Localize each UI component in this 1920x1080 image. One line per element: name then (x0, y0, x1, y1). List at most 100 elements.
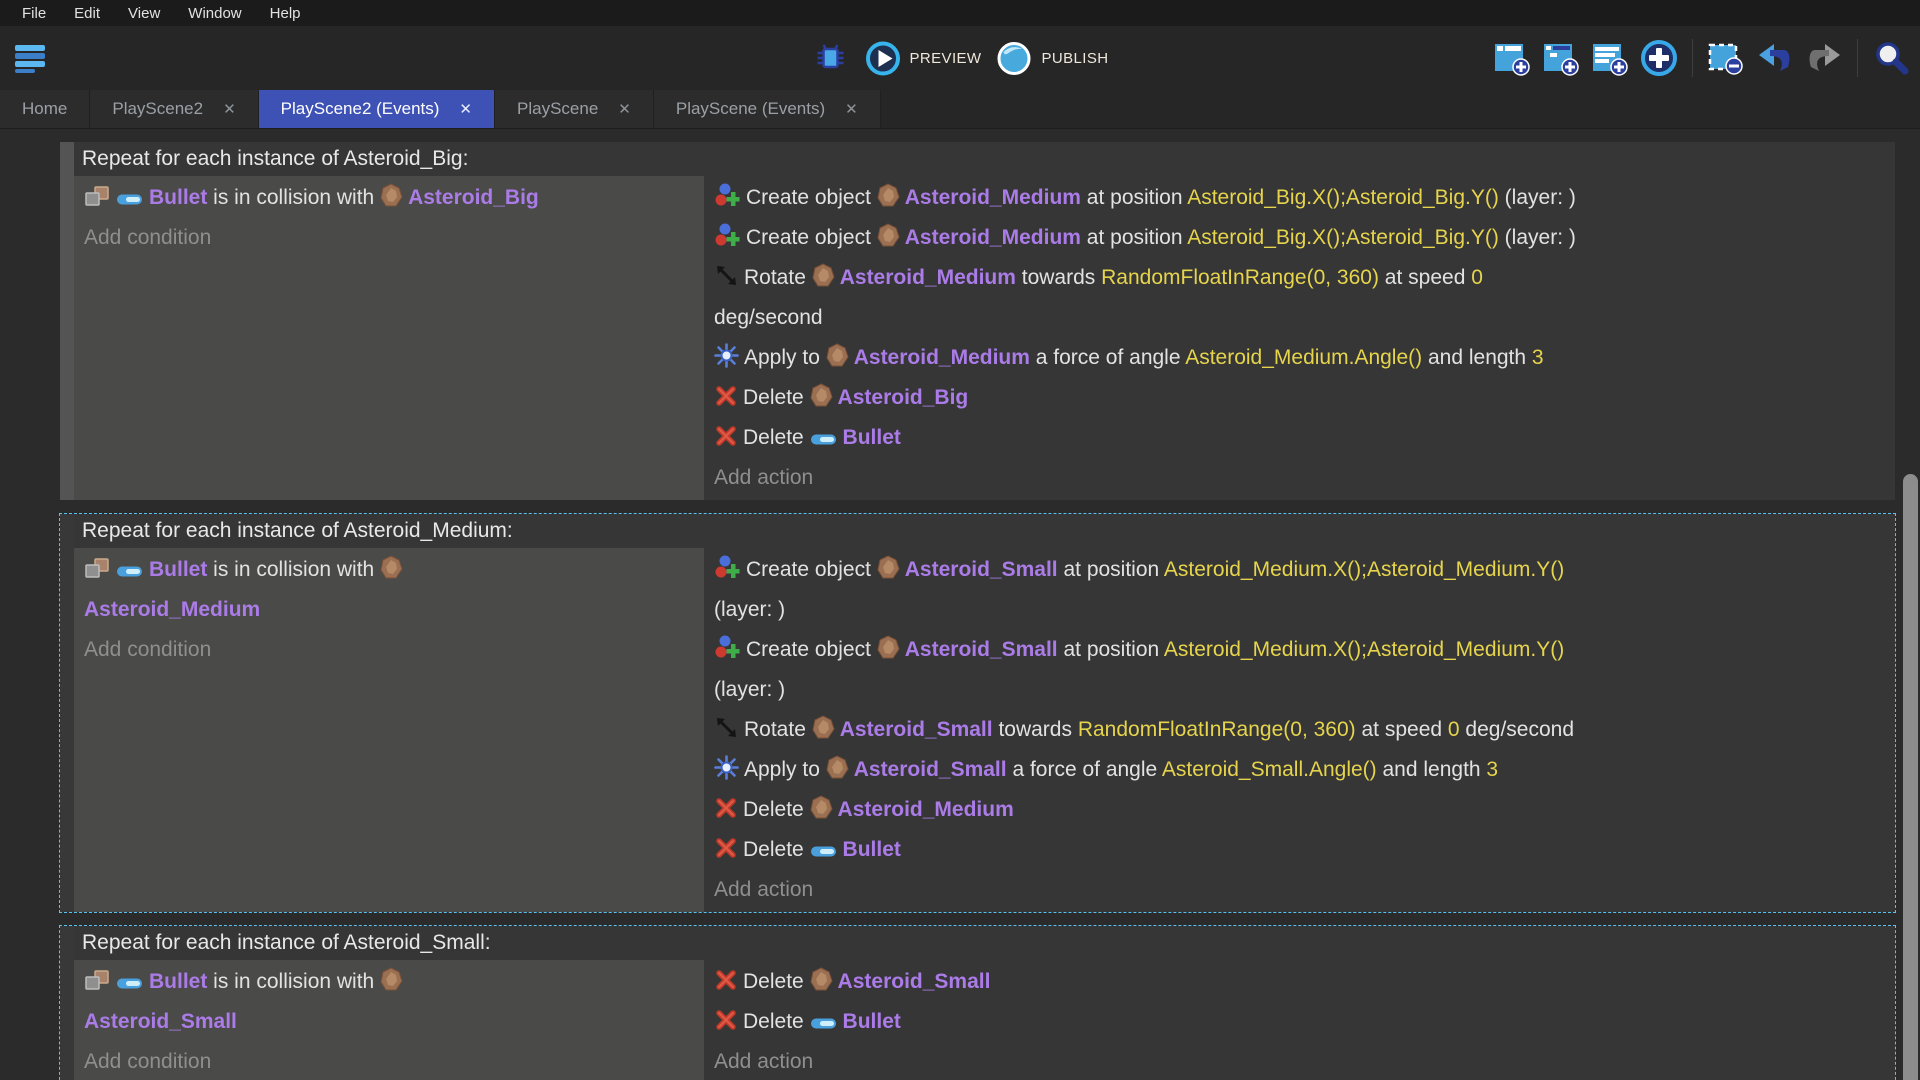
action-instruction[interactable]: Delete Asteroid_Big (704, 378, 1895, 418)
tab-close-icon[interactable]: ✕ (223, 100, 236, 118)
delete-icon (714, 384, 738, 408)
instruction-text: Delete (743, 386, 810, 409)
instruction-text: is in collision with (207, 186, 381, 209)
action-instruction[interactable]: Delete Asteroid_Small (704, 962, 1895, 1002)
action-instruction[interactable]: Rotate Asteroid_Small towards RandomFloa… (704, 710, 1895, 750)
expression: Asteroid_Medium.Angle() (1185, 346, 1423, 369)
action-instruction[interactable]: Create object Asteroid_Medium at positio… (704, 178, 1895, 218)
add-event-icon[interactable] (1493, 39, 1531, 77)
condition-instruction[interactable]: Bullet is in collision with Asteroid_Big (74, 178, 704, 218)
menu-item-file[interactable]: File (10, 3, 58, 24)
action-instruction[interactable]: Create object Asteroid_Small at position… (704, 630, 1895, 710)
publish-label: PUBLISH (1041, 49, 1109, 67)
app-logo-icon[interactable] (12, 40, 48, 76)
instruction-text: and length (1422, 346, 1532, 369)
tab-close-icon[interactable]: ✕ (618, 100, 631, 118)
event-drag-handle[interactable] (60, 926, 74, 1080)
add-action-button[interactable]: Add action (704, 1042, 1895, 1080)
add-comment-icon[interactable] (1591, 39, 1629, 77)
tab-playscene2[interactable]: PlayScene2 ✕ (90, 90, 259, 128)
instruction-text: is in collision with (207, 558, 381, 581)
delete-icon (714, 968, 738, 992)
bullet-icon (116, 975, 144, 992)
publish-button[interactable]: PUBLISH (995, 39, 1108, 77)
instruction-text: (layer: ) (1498, 186, 1576, 209)
action-instruction[interactable]: Delete Asteroid_Medium (704, 790, 1895, 830)
event-drag-handle[interactable] (60, 142, 74, 500)
menu-item-window[interactable]: Window (176, 3, 253, 24)
instruction-text: Add condition (84, 226, 212, 249)
debug-icon[interactable] (812, 39, 850, 77)
condition-instruction[interactable]: Bullet is in collision with Asteroid_Med… (74, 550, 704, 630)
repeat-for-each-header[interactable]: Repeat for each instance of Asteroid_Sma… (74, 926, 1895, 960)
search-icon[interactable] (1872, 39, 1910, 77)
preview-button[interactable]: PREVIEW (864, 39, 982, 77)
vertical-scrollbar-thumb[interactable] (1903, 474, 1918, 1080)
tab-close-icon[interactable]: ✕ (845, 100, 858, 118)
tab-home[interactable]: Home (0, 90, 91, 128)
menu-item-edit[interactable]: Edit (62, 3, 112, 24)
event-drag-handle[interactable] (60, 514, 74, 912)
instruction-text: is in collision with (207, 970, 381, 993)
object-name: Asteroid_Small (904, 638, 1058, 661)
asteroid-icon (380, 555, 403, 580)
expression: Asteroid_Big.X();Asteroid_Big.Y() (1187, 186, 1499, 209)
action-instruction[interactable]: Apply to Asteroid_Small a force of angle… (704, 750, 1895, 790)
redo-icon[interactable] (1805, 39, 1843, 77)
add-action-button[interactable]: Add action (704, 870, 1895, 910)
object-name: Bullet (149, 558, 208, 581)
expression: Asteroid_Medium.X();Asteroid_Medium.Y() (1163, 638, 1565, 661)
condition-instruction[interactable]: Bullet is in collision with Asteroid_Sma… (74, 962, 704, 1042)
bullet-icon (116, 191, 144, 208)
tab-label: PlayScene (Events) (675, 99, 826, 118)
undo-icon[interactable] (1756, 39, 1794, 77)
menu-item-help[interactable]: Help (258, 3, 313, 24)
asteroid-icon (877, 223, 900, 248)
expression: RandomFloatInRange(0, 360) (1077, 718, 1356, 741)
instruction-text: Create object (746, 558, 877, 581)
asteroid-icon (812, 715, 835, 740)
add-condition-button[interactable]: Add condition (74, 630, 704, 670)
delete-icon (714, 796, 738, 820)
expression: 0 (1447, 718, 1460, 741)
tab-close-icon[interactable]: ✕ (459, 100, 472, 118)
action-instruction[interactable]: Rotate Asteroid_Medium towards RandomFlo… (704, 258, 1895, 338)
add-circle-icon[interactable] (1640, 39, 1678, 77)
add-condition-button[interactable]: Add condition (74, 1042, 704, 1080)
asteroid-icon (877, 183, 900, 208)
action-instruction[interactable]: Delete Bullet (704, 418, 1895, 458)
add-condition-button[interactable]: Add condition (74, 218, 704, 258)
tab-playscene[interactable]: PlayScene ✕ (495, 90, 654, 128)
tab-playscene-events[interactable]: PlayScene (Events) ✕ (653, 90, 881, 128)
expression: Asteroid_Small.Angle() (1161, 758, 1377, 781)
tab-playscene2-events[interactable]: PlayScene2 (Events) ✕ (258, 90, 495, 128)
instruction-text: (layer: ) (714, 598, 786, 621)
event-block-1[interactable]: Repeat for each instance of Asteroid_Big… (59, 141, 1896, 501)
tab-bar: Home PlayScene2 ✕ PlayScene2 (Events) ✕ PlayS… (0, 90, 1920, 129)
asteroid-icon (826, 755, 849, 780)
bullet-icon (810, 843, 838, 860)
instruction-text: at position (1080, 226, 1188, 249)
event-block-2[interactable]: Repeat for each instance of Asteroid_Med… (59, 513, 1896, 913)
menu-item-view[interactable]: View (116, 3, 172, 24)
action-instruction[interactable]: Delete Bullet (704, 830, 1895, 870)
action-instruction[interactable]: Delete Bullet (704, 1002, 1895, 1042)
asteroid-icon (380, 967, 403, 992)
action-instruction[interactable]: Create object Asteroid_Medium at positio… (704, 218, 1895, 258)
add-subevent-icon[interactable] (1542, 39, 1580, 77)
add-action-button[interactable]: Add action (704, 458, 1895, 498)
object-name: Bullet (842, 426, 901, 449)
instruction-text: Delete (743, 426, 810, 449)
delete-icon (714, 1008, 738, 1032)
conditions-column: Bullet is in collision with Asteroid_Med… (74, 548, 704, 912)
instruction-text: Add action (714, 466, 814, 489)
create-icon (714, 635, 741, 660)
repeat-for-each-header[interactable]: Repeat for each instance of Asteroid_Med… (74, 514, 1895, 548)
repeat-for-each-header[interactable]: Repeat for each instance of Asteroid_Big… (74, 142, 1895, 176)
action-instruction[interactable]: Apply to Asteroid_Medium a force of angl… (704, 338, 1895, 378)
object-name: Asteroid_Small (84, 1010, 237, 1033)
delete-selection-icon[interactable] (1707, 39, 1745, 77)
action-instruction[interactable]: Create object Asteroid_Small at position… (704, 550, 1895, 630)
expression: 3 (1531, 346, 1544, 369)
event-block-3[interactable]: Repeat for each instance of Asteroid_Sma… (59, 925, 1896, 1080)
